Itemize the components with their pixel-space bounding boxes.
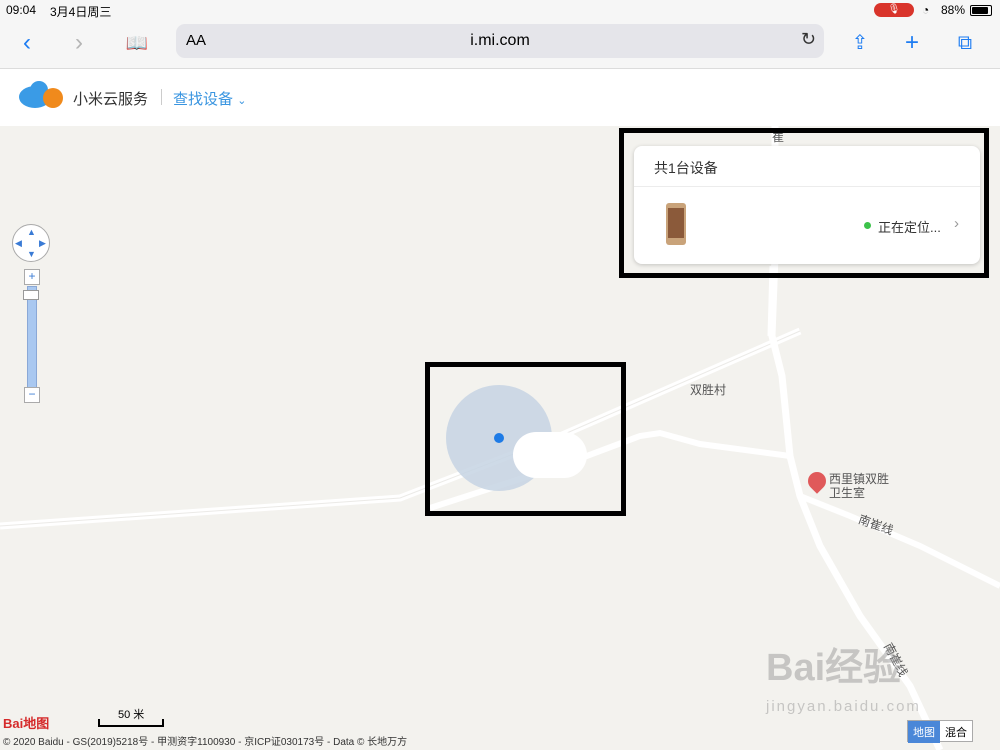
scale-bar [98,719,164,727]
zoom-slider[interactable] [27,286,37,388]
bookmarks-icon[interactable]: 📖 [122,28,152,58]
forward-icon[interactable]: › [64,28,94,58]
address-bar[interactable]: AA i.mi.com ↻ [176,24,824,58]
status-time: 09:04 [6,3,37,17]
village-label: 双胜村 [690,383,727,397]
chevron-down-icon: ⌄ [237,95,247,107]
highlight-box-location [425,362,626,516]
page-header: 小米云服务 查找设备 ⌄ [0,69,1000,126]
pan-up-icon[interactable]: ▲ [27,227,36,237]
url-text[interactable]: i.mi.com [176,32,824,50]
pan-down-icon[interactable]: ▼ [27,249,36,259]
map-type-hybrid[interactable]: 混合 [940,721,972,743]
clinic-label-line2: 卫生室 [829,486,866,500]
status-bar: 09:04 3月4日周三 🎙 ◔ 88% [0,0,1000,20]
map-type-map[interactable]: 地图 [908,721,940,743]
tabs-icon[interactable]: ⧉ [950,28,980,58]
watermark-url: jingyan.baidu.com [766,698,921,715]
zoom-out-button[interactable]: − [24,387,40,403]
reload-icon[interactable]: ↻ [801,29,816,50]
pan-control[interactable]: ▲ ▼ ◀ ▶ [12,224,50,262]
status-date: 3月4日周三 [50,5,112,19]
zoom-slider-handle[interactable] [23,290,39,300]
highlight-box-device-panel [619,128,989,278]
back-icon[interactable]: ‹ [12,28,42,58]
new-tab-icon[interactable]: + [897,28,927,58]
share-icon[interactable]: ⇪ [845,28,875,58]
mi-cloud-logo-icon [19,81,63,108]
brand-title: 小米云服务 [73,91,149,108]
baidu-map-logo[interactable]: Bai地图 [3,713,49,732]
pan-left-icon[interactable]: ◀ [15,238,22,249]
browser-toolbar: ‹ › 📖 AA i.mi.com ↻ ⇪ + ⧉ [0,20,1000,69]
map-type-switch[interactable]: 地图 混合 [907,720,973,743]
watermark-text: Bai经验 [766,647,902,689]
map-canvas[interactable]: ▲ ▼ ◀ ▶ + − 崔 双胜村 西里镇双胜 卫生室 南崔线 南崔线 共1台设… [0,126,1000,750]
zoom-in-button[interactable]: + [24,269,40,285]
pan-right-icon[interactable]: ▶ [39,238,46,249]
battery-percent: 88% [941,3,966,17]
microphone-icon: 🎙 [874,3,914,17]
map-copyright: © 2020 Baidu - GS(2019)5218号 - 甲测资字11009… [3,737,408,748]
find-device-menu[interactable]: 查找设备 ⌄ [173,88,246,109]
header-divider [161,89,162,105]
find-device-label: 查找设备 [173,91,234,108]
battery-icon [970,5,992,16]
wifi-icon: ◔ [922,3,930,17]
